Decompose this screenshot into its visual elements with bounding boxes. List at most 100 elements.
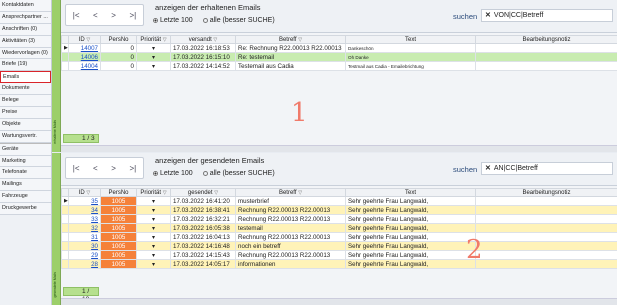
cell-id[interactable]: 30 — [68, 241, 101, 251]
col-text[interactable]: Text — [345, 188, 476, 197]
table-row[interactable]: 31 1005 ▾ 17.03.2022 16:04:13 Rechnung R22.0… — [61, 232, 617, 242]
table-row[interactable]: 14004 0 ▾ 17.03.2022 14:14:52 Testemail aus … — [61, 61, 617, 71]
cell-id[interactable]: 31 — [68, 232, 101, 242]
table-row[interactable]: 14006 0 ▾ 17.03.2022 16:15:10 Re: testemail O… — [61, 52, 617, 62]
cell-persno: 0 — [100, 61, 137, 71]
col-gesendet[interactable]: gesendet ▽ — [170, 188, 236, 197]
sidebar-item[interactable]: Geräte — [0, 143, 51, 156]
sidebar-item[interactable]: Fahrzeuge — [0, 191, 51, 204]
radio-selected-icon — [153, 170, 158, 176]
col-persno[interactable]: PersNo — [100, 188, 137, 197]
cell-note — [475, 250, 617, 260]
prev-record-button[interactable]: < — [93, 164, 98, 173]
last-record-button[interactable]: >| — [129, 164, 136, 173]
cell-text: Sehr geehrte Frau Langwald, — [345, 232, 476, 242]
cell-subject: Re: testemail — [235, 52, 346, 62]
received-record-counter: 1 / 3 — [63, 134, 99, 143]
sent-search-input[interactable]: ✕ AN|CC|Betreff — [481, 162, 613, 175]
row-indicator — [61, 241, 69, 251]
sidebar-item[interactable]: Emails — [0, 71, 51, 84]
sidebar-item[interactable]: Telefonate — [0, 167, 51, 180]
col-versandt[interactable]: versandt ▽ — [170, 35, 236, 44]
cell-note — [475, 196, 617, 206]
prev-record-button[interactable]: < — [93, 11, 98, 20]
received-header-row: ID ▽ PersNo Priorität ▽ versandt ▽ Betre… — [61, 35, 617, 44]
cell-text: Sehr geehrte Frau Langwald, — [345, 259, 476, 269]
sidebar-item[interactable]: Anschriften (0) — [0, 23, 51, 36]
first-record-button[interactable]: |< — [73, 164, 80, 173]
col-id[interactable]: ID ▽ — [68, 35, 101, 44]
row-indicator: ▶ — [61, 196, 69, 206]
cell-subject: Rechnung R22.00013 R22.00013 — [235, 205, 346, 215]
table-row[interactable]: 30 1005 ▾ 17.03.2022 14:16:48 noch ein betre… — [61, 241, 617, 251]
sidebar-item[interactable]: Dokumente — [0, 83, 51, 96]
clear-icon[interactable]: ✕ — [485, 165, 491, 172]
col-note[interactable]: Bearbeitungsnotiz — [475, 188, 617, 197]
cell-date: 17.03.2022 16:05:38 — [170, 223, 236, 233]
sidebar-item[interactable]: Preise — [0, 107, 51, 119]
cell-persno: 0 — [100, 52, 137, 62]
sidebar-item[interactable]: Briefe (19) — [0, 59, 51, 72]
col-note[interactable]: Bearbeitungsnotiz — [475, 35, 617, 44]
col-betreff[interactable]: Betreff ▽ — [235, 35, 346, 44]
sidebar-item[interactable]: Ansprechpartner ... — [0, 11, 51, 24]
table-row[interactable]: 29 1005 ▾ 17.03.2022 14:15:43 Rechnung R22.0… — [61, 250, 617, 260]
sent-hscrollbar[interactable] — [61, 298, 617, 305]
row-indicator: ▶ — [61, 43, 69, 53]
cell-id[interactable]: 29 — [68, 250, 101, 260]
row-indicator — [61, 52, 69, 62]
cell-id[interactable]: 28 — [68, 259, 101, 269]
received-option-recent[interactable]: Letzte 100 — [153, 17, 193, 24]
radio-selected-icon — [153, 17, 158, 23]
received-search-input[interactable]: ✕ VON|CC|Betreff — [481, 9, 613, 22]
table-row[interactable]: 33 1005 ▾ 17.03.2022 16:32:21 Rechnung R22.0… — [61, 214, 617, 224]
last-record-button[interactable]: >| — [129, 11, 136, 20]
col-prio[interactable]: Priorität ▽ — [136, 35, 171, 44]
table-row[interactable]: ▶ 35 1005 ▾ 17.03.2022 16:41:20 musterbrief Se… — [61, 196, 617, 206]
sidebar-item[interactable]: Kontaktdaten — [0, 0, 51, 12]
cell-id[interactable]: 32 — [68, 223, 101, 233]
cell-note — [475, 214, 617, 224]
col-persno[interactable]: PersNo — [100, 35, 137, 44]
first-record-button[interactable]: |< — [73, 11, 80, 20]
col-prio[interactable]: Priorität ▽ — [136, 188, 171, 197]
col-betreff[interactable]: Betreff ▽ — [235, 188, 346, 197]
annotation-marker-1: 1 — [291, 98, 308, 128]
table-row[interactable]: 34 1005 ▾ 17.03.2022 16:38:41 Rechnung R22.0… — [61, 205, 617, 215]
table-row[interactable]: ▶ 14007 0 ▾ 17.03.2022 16:18:53 Re: Rechnung … — [61, 43, 617, 53]
received-option-all[interactable]: alle (besser SUCHE) — [202, 17, 275, 24]
sidebar-item[interactable]: Mailings — [0, 179, 51, 192]
received-hscrollbar[interactable] — [61, 145, 617, 152]
sent-option-all[interactable]: alle (besser SUCHE) — [202, 170, 275, 177]
received-strip-label: erhaltene Mails — [53, 120, 57, 144]
sidebar-item[interactable]: Wiedervorlagen (0) — [0, 47, 51, 60]
cell-id[interactable]: 34 — [68, 205, 101, 215]
sidebar-item[interactable]: Wartungsvertr. — [0, 130, 51, 143]
sidebar-item[interactable]: Marketing — [0, 155, 51, 168]
cell-id[interactable]: 35 — [68, 196, 101, 206]
cell-prio: ▾ — [136, 241, 171, 251]
col-id[interactable]: ID ▽ — [68, 188, 101, 197]
cell-id[interactable]: 14007 — [68, 43, 101, 53]
sidebar-item[interactable]: Belege — [0, 95, 51, 108]
sidebar-item[interactable]: Aktivitäten (3) — [0, 35, 51, 48]
sidebar: Kontaktdaten Ansprechpartner ... Anschrift… — [0, 0, 52, 305]
clear-icon[interactable]: ✕ — [485, 12, 491, 19]
cell-id[interactable]: 33 — [68, 214, 101, 224]
table-row[interactable]: 32 1005 ▾ 17.03.2022 16:05:38 testemail Sehr … — [61, 223, 617, 233]
sidebar-item[interactable]: Objekte — [0, 118, 51, 131]
cell-note — [475, 52, 617, 62]
cell-id[interactable]: 14004 — [68, 61, 101, 71]
sidebar-item[interactable]: Druckgewerbe — [0, 203, 51, 216]
cell-text: Dankeschön — [345, 43, 476, 53]
cell-date: 17.03.2022 14:14:52 — [170, 61, 236, 71]
cell-text: Sehr geehrte Frau Langwald, — [345, 205, 476, 215]
col-text[interactable]: Text — [345, 35, 476, 44]
next-record-button[interactable]: > — [111, 164, 116, 173]
sent-toolbar: |< < > >| anzeigen der gesendeten Emails… — [61, 153, 617, 186]
table-row[interactable]: 28 1005 ▾ 17.03.2022 14:05:17 informationen S… — [61, 259, 617, 269]
sent-option-recent[interactable]: Letzte 100 — [153, 170, 193, 177]
cell-text: Sehr geehrte Frau Langwald, — [345, 250, 476, 260]
next-record-button[interactable]: > — [111, 11, 116, 20]
cell-id[interactable]: 14006 — [68, 52, 101, 62]
